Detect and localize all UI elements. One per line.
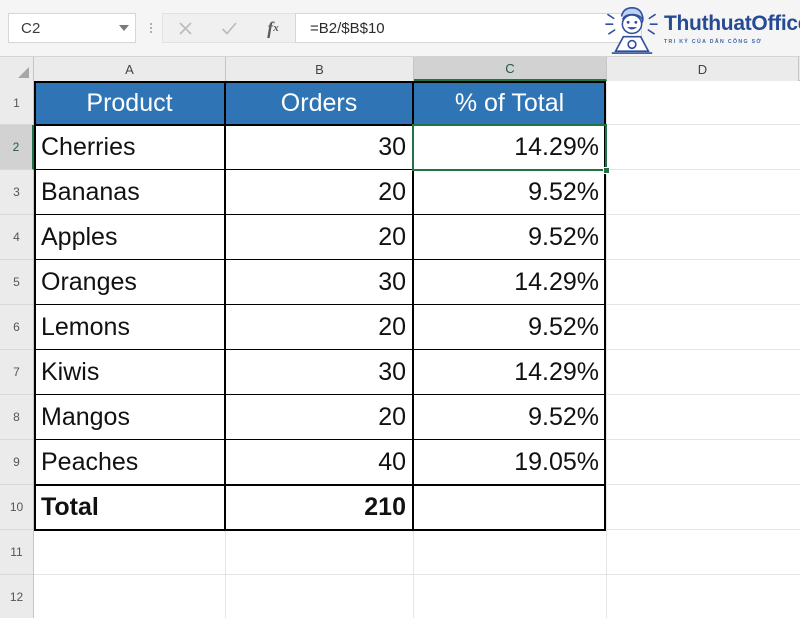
excel-worksheet-screenshot: C2 fx =B2/$B$10 bbox=[0, 0, 800, 618]
cell-b6[interactable]: 20 bbox=[225, 305, 413, 350]
table-border-r4 bbox=[34, 259, 606, 260]
row-header-3[interactable]: 3 bbox=[0, 170, 33, 215]
table-border-r6 bbox=[34, 349, 606, 350]
table-border-right bbox=[604, 81, 606, 531]
cell-a10[interactable]: Total bbox=[34, 485, 225, 530]
fill-handle[interactable] bbox=[603, 167, 610, 174]
row-header-7[interactable]: 7 bbox=[0, 350, 33, 395]
cell-c8[interactable]: 9.52% bbox=[413, 395, 606, 440]
cell-b1[interactable]: Orders bbox=[225, 81, 413, 125]
column-header-bar: A B C D bbox=[0, 57, 800, 81]
table-border-left bbox=[34, 81, 36, 531]
confirm-check-icon[interactable] bbox=[207, 14, 251, 42]
cell-a9[interactable]: Peaches bbox=[34, 440, 225, 485]
table-border-bottom bbox=[34, 529, 606, 531]
cell-b4[interactable]: 20 bbox=[225, 215, 413, 260]
row-header-6[interactable]: 6 bbox=[0, 305, 33, 350]
column-header-b[interactable]: B bbox=[226, 57, 414, 81]
row-header-4[interactable]: 4 bbox=[0, 215, 33, 260]
row-header-8[interactable]: 8 bbox=[0, 395, 33, 440]
row-header-11[interactable]: 11 bbox=[0, 530, 33, 575]
table-border-vbc bbox=[412, 81, 414, 531]
cell-b5[interactable]: 30 bbox=[225, 260, 413, 305]
formula-input[interactable]: =B2/$B$10 bbox=[295, 13, 642, 43]
logo-name: ThuthuatOffice bbox=[664, 13, 800, 35]
table-border-r7 bbox=[34, 394, 606, 395]
cell-a1[interactable]: Product bbox=[34, 81, 225, 125]
table-border-top bbox=[34, 81, 606, 83]
logo-person-laptop-icon bbox=[604, 3, 660, 55]
column-header-c[interactable]: C bbox=[414, 57, 607, 81]
cell-c7[interactable]: 14.29% bbox=[413, 350, 606, 395]
cell-a5[interactable]: Oranges bbox=[34, 260, 225, 305]
cell-b9[interactable]: 40 bbox=[225, 440, 413, 485]
column-header-d[interactable]: D bbox=[607, 57, 799, 81]
cell-a6[interactable]: Lemons bbox=[34, 305, 225, 350]
cell-a7[interactable]: Kiwis bbox=[34, 350, 225, 395]
table-border-r2 bbox=[34, 169, 606, 170]
cell-c6[interactable]: 9.52% bbox=[413, 305, 606, 350]
cell-c1[interactable]: % of Total bbox=[413, 81, 606, 125]
name-box-value: C2 bbox=[21, 20, 119, 37]
cell-c2[interactable]: 14.29% bbox=[413, 125, 606, 170]
row-header-12[interactable]: 12 bbox=[0, 575, 33, 618]
chevron-down-icon[interactable] bbox=[119, 25, 129, 31]
cell-c4[interactable]: 9.52% bbox=[413, 215, 606, 260]
table-border-r5 bbox=[34, 304, 606, 305]
row-header-5[interactable]: 5 bbox=[0, 260, 33, 305]
table-border-r9 bbox=[34, 484, 606, 486]
cell-b10[interactable]: 210 bbox=[225, 485, 413, 530]
cell-c3[interactable]: 9.52% bbox=[413, 170, 606, 215]
table-border-r1 bbox=[34, 124, 606, 126]
fx-insert-function-icon[interactable]: fx bbox=[251, 14, 295, 42]
sheet-surface[interactable]: Product Orders % of Total Cherries 30 14… bbox=[34, 81, 800, 618]
cell-c10[interactable] bbox=[413, 485, 606, 530]
formula-text: =B2/$B$10 bbox=[310, 20, 385, 37]
row-header-2[interactable]: 2 bbox=[0, 125, 34, 170]
more-options-icon[interactable] bbox=[140, 13, 162, 43]
row-header-1[interactable]: 1 bbox=[0, 81, 33, 125]
cell-a4[interactable]: Apples bbox=[34, 215, 225, 260]
cancel-x-icon[interactable] bbox=[163, 14, 207, 42]
cell-a8[interactable]: Mangos bbox=[34, 395, 225, 440]
cell-a2[interactable]: Cherries bbox=[34, 125, 225, 170]
cell-a3[interactable]: Bananas bbox=[34, 170, 225, 215]
formula-action-group: fx bbox=[162, 13, 295, 43]
cell-c9[interactable]: 19.05% bbox=[413, 440, 606, 485]
table-border-r3 bbox=[34, 214, 606, 215]
spreadsheet-grid: A B C D 1 2 3 4 5 6 7 8 9 10 11 12 bbox=[0, 57, 800, 618]
column-header-a[interactable]: A bbox=[34, 57, 226, 81]
table-border-r8 bbox=[34, 439, 606, 440]
cell-b8[interactable]: 20 bbox=[225, 395, 413, 440]
table-border-vab bbox=[224, 81, 226, 531]
name-box[interactable]: C2 bbox=[8, 13, 136, 43]
cell-b7[interactable]: 30 bbox=[225, 350, 413, 395]
row-header-10[interactable]: 10 bbox=[0, 485, 33, 530]
row-header-bar: 1 2 3 4 5 6 7 8 9 10 11 12 bbox=[0, 81, 34, 618]
row-header-9[interactable]: 9 bbox=[0, 440, 33, 485]
logo-tagline: TRI KỶ CỦA DÂN CÔNG SỞ bbox=[664, 39, 800, 45]
cell-b3[interactable]: 20 bbox=[225, 170, 413, 215]
cell-c5[interactable]: 14.29% bbox=[413, 260, 606, 305]
thuthuatoffice-logo: ThuthuatOffice TRI KỶ CỦA DÂN CÔNG SỞ bbox=[604, 2, 794, 56]
select-all-triangle-icon[interactable] bbox=[0, 57, 34, 81]
cell-b2[interactable]: 30 bbox=[225, 125, 413, 170]
